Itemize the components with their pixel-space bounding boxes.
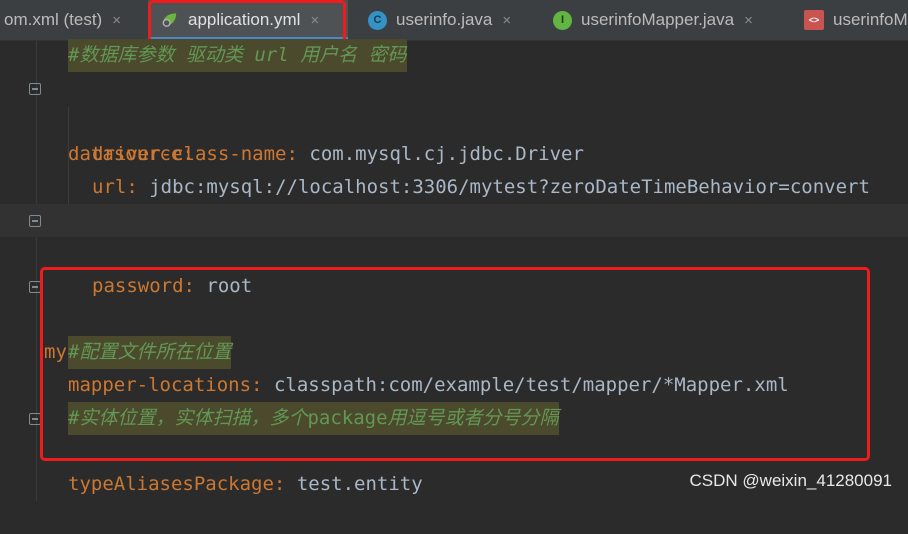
tab-pom-xml[interactable]: om.xml (test) × bbox=[0, 0, 149, 40]
close-icon[interactable]: × bbox=[112, 12, 121, 29]
class-icon: C bbox=[368, 10, 387, 30]
code-line: #数据库参数 驱动类 url 用户名 密码 bbox=[0, 39, 908, 74]
tab-userinfomapper-java[interactable]: I userinfoMapper.java × bbox=[553, 0, 753, 40]
yaml-value-type-aliases-package: test.entity bbox=[296, 473, 423, 495]
colon: : bbox=[273, 473, 286, 495]
tab-label: userinfo.java bbox=[396, 10, 493, 29]
xml-file-icon: <> bbox=[804, 10, 824, 30]
code-line: username: root bbox=[0, 171, 908, 231]
code-line: driver-class-name: com.mysql.cj.jdbc.Dri… bbox=[0, 105, 908, 165]
code-line: url: jdbc:mysql://localhost:3306/mytest?… bbox=[0, 138, 908, 198]
close-icon[interactable]: × bbox=[744, 12, 753, 29]
fold-icon[interactable] bbox=[29, 83, 41, 95]
interface-icon: I bbox=[553, 10, 572, 30]
tab-label: userinfoM bbox=[833, 10, 908, 29]
mybatis-highlight-box bbox=[40, 267, 870, 461]
tab-userinfo-java[interactable]: C userinfo.java × bbox=[368, 0, 511, 40]
comment-db-params: #数据库参数 驱动类 url 用户名 密码 bbox=[68, 39, 407, 72]
yaml-key-type-aliases-package: typeAliasesPackage bbox=[68, 473, 274, 495]
code-line: datasource: bbox=[0, 72, 908, 165]
close-icon[interactable]: × bbox=[502, 12, 511, 29]
fold-icon[interactable] bbox=[29, 215, 41, 227]
code-line-current: password: root bbox=[0, 204, 908, 297]
watermark: CSDN @weixin_41280091 bbox=[689, 471, 892, 490]
editor-tab-bar: om.xml (test) × application.yml × C user… bbox=[0, 0, 908, 41]
tab-label: om.xml (test) bbox=[4, 10, 103, 29]
tab-label: userinfoMapper.java bbox=[581, 10, 735, 29]
tab-userinfomapper-xml[interactable]: <> userinfoM bbox=[804, 0, 908, 40]
